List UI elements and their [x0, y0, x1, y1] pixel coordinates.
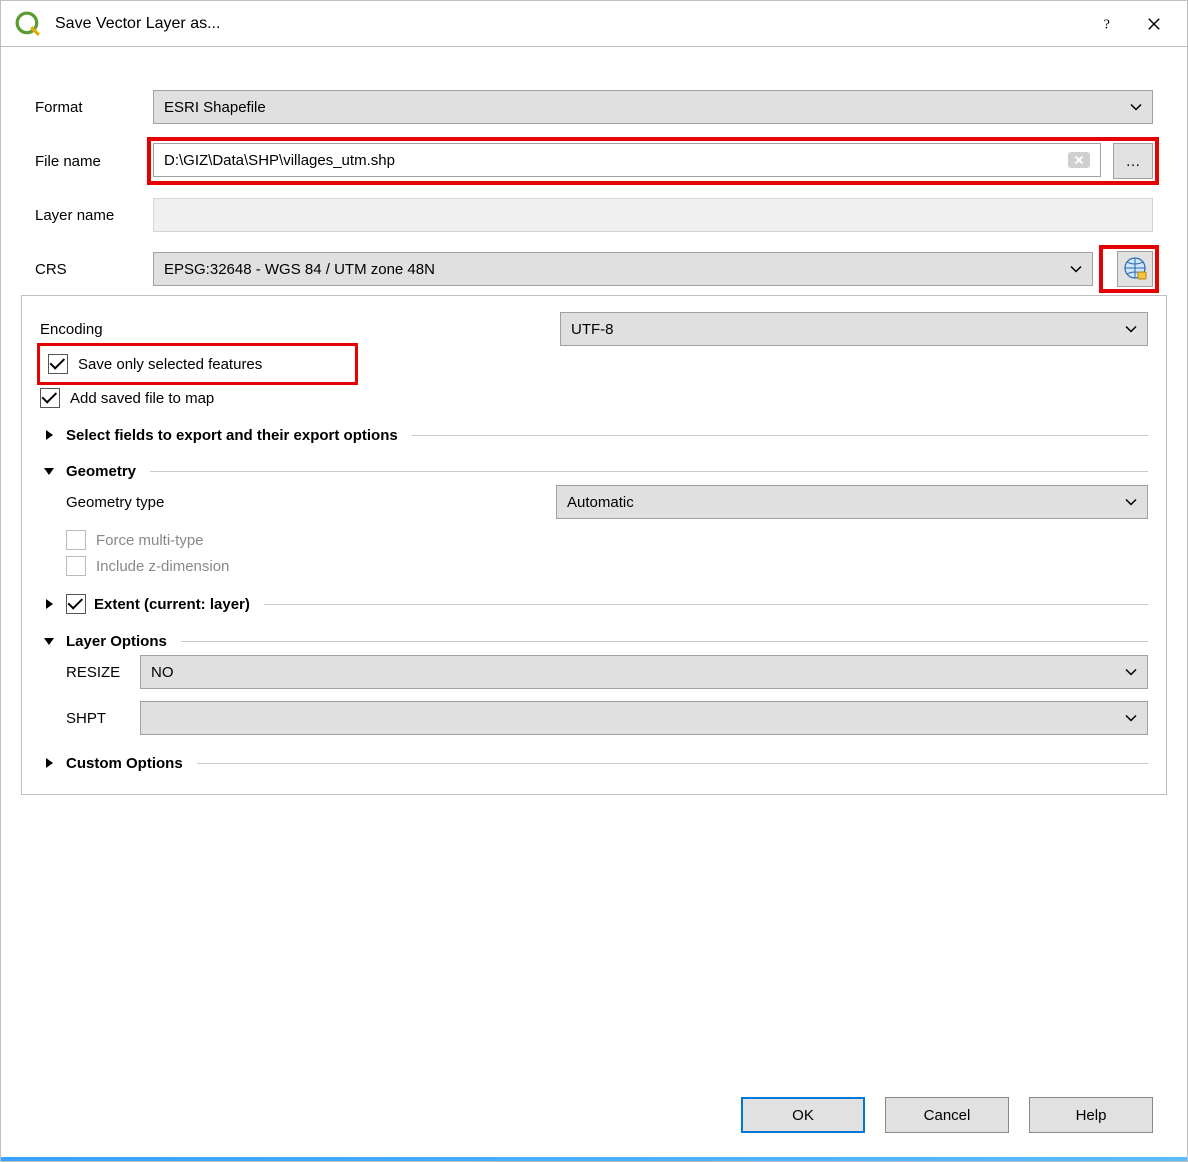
filename-row: File name D:\GIZ\Data\SHP\villages_utm.s… [35, 143, 1153, 179]
layername-input [153, 198, 1153, 232]
custom-options-section[interactable]: Custom Options [40, 754, 1148, 772]
chevron-down-icon [1125, 710, 1137, 727]
select-fields-section[interactable]: Select fields to export and their export… [40, 426, 1148, 444]
section-rule [150, 471, 1148, 472]
resize-label: RESIZE [66, 664, 140, 681]
title-bar: Save Vector Layer as... ? [1, 1, 1187, 47]
custom-options-label: Custom Options [66, 755, 183, 772]
include-z-row: Include z-dimension [66, 556, 1148, 576]
extent-label: Extent (current: layer) [94, 596, 250, 613]
shpt-row: SHPT [66, 700, 1148, 736]
resize-select[interactable]: NO [140, 655, 1148, 689]
options-panel: Encoding UTF-8 Save only selected featur… [21, 295, 1167, 795]
filename-input[interactable]: D:\GIZ\Data\SHP\villages_utm.shp [153, 143, 1101, 177]
encoding-row: Encoding UTF-8 [40, 312, 1148, 346]
save-only-selected-row: Save only selected features [40, 346, 355, 382]
include-z-checkbox [66, 556, 86, 576]
geometry-section[interactable]: Geometry [40, 462, 1148, 480]
cancel-label: Cancel [924, 1107, 971, 1124]
add-saved-checkbox[interactable] [40, 388, 60, 408]
add-saved-row: Add saved file to map [40, 388, 1148, 408]
filename-value: D:\GIZ\Data\SHP\villages_utm.shp [164, 152, 395, 169]
save-only-selected-label: Save only selected features [78, 356, 262, 373]
help-label: Help [1076, 1107, 1107, 1124]
geometry-type-select[interactable]: Automatic [556, 485, 1148, 519]
help-button[interactable]: ? [1085, 1, 1131, 47]
geometry-label: Geometry [66, 463, 136, 480]
ok-button[interactable]: OK [741, 1097, 865, 1133]
section-rule [412, 435, 1148, 436]
clear-text-icon[interactable] [1068, 152, 1090, 168]
globe-icon [1122, 256, 1148, 282]
shpt-label: SHPT [66, 710, 140, 727]
layer-options-label: Layer Options [66, 633, 167, 650]
svg-text:?: ? [1104, 17, 1110, 31]
crs-select[interactable]: EPSG:32648 - WGS 84 / UTM zone 48N [153, 252, 1093, 286]
layername-label: Layer name [35, 207, 153, 224]
force-multi-label: Force multi-type [96, 532, 204, 549]
chevron-down-icon [1125, 664, 1137, 681]
chevron-down-icon [1070, 261, 1082, 278]
layername-row: Layer name [35, 197, 1153, 233]
help-button-footer[interactable]: Help [1029, 1097, 1153, 1133]
browse-label: … [1126, 153, 1141, 170]
triangle-right-icon [40, 426, 58, 444]
dialog-footer: OK Cancel Help [1, 1097, 1187, 1133]
triangle-down-icon [40, 632, 58, 650]
section-rule [264, 604, 1148, 605]
extent-checkbox[interactable] [66, 594, 86, 614]
format-row: Format ESRI Shapefile [35, 89, 1153, 125]
format-value: ESRI Shapefile [164, 99, 266, 116]
crs-picker-button[interactable] [1117, 251, 1153, 287]
crs-value: EPSG:32648 - WGS 84 / UTM zone 48N [164, 261, 435, 278]
select-fields-label: Select fields to export and their export… [66, 427, 398, 444]
geometry-type-row: Geometry type Automatic [66, 484, 1148, 520]
close-button[interactable] [1131, 1, 1177, 47]
geometry-type-label: Geometry type [66, 494, 226, 511]
encoding-label: Encoding [40, 321, 560, 338]
triangle-down-icon [40, 462, 58, 480]
shpt-select[interactable] [140, 701, 1148, 735]
save-only-selected-checkbox[interactable] [48, 354, 68, 374]
extent-section[interactable]: Extent (current: layer) [40, 594, 1148, 614]
qgis-logo-icon [15, 11, 41, 37]
geometry-type-value: Automatic [567, 494, 634, 511]
resize-value: NO [151, 664, 174, 681]
format-label: Format [35, 99, 153, 116]
chevron-down-icon [1130, 99, 1142, 116]
ok-label: OK [792, 1107, 814, 1124]
geometry-sub: Geometry type Automatic Force multi-type… [40, 484, 1148, 576]
layer-options-sub: RESIZE NO SHPT [40, 654, 1148, 736]
force-multi-checkbox [66, 530, 86, 550]
add-saved-label: Add saved file to map [70, 390, 214, 407]
section-rule [197, 763, 1148, 764]
window-title: Save Vector Layer as... [55, 15, 1085, 33]
encoding-select[interactable]: UTF-8 [560, 312, 1148, 346]
encoding-value: UTF-8 [571, 321, 614, 338]
resize-row: RESIZE NO [66, 654, 1148, 690]
form-area: Format ESRI Shapefile File name D:\GIZ\D… [1, 47, 1187, 287]
layer-options-section[interactable]: Layer Options [40, 632, 1148, 650]
filename-label: File name [35, 153, 153, 170]
cancel-button[interactable]: Cancel [885, 1097, 1009, 1133]
force-multi-row: Force multi-type [66, 530, 1148, 550]
include-z-label: Include z-dimension [96, 558, 229, 575]
chevron-down-icon [1125, 494, 1137, 511]
browse-button[interactable]: … [1113, 143, 1153, 179]
triangle-right-icon [40, 595, 58, 613]
triangle-right-icon [40, 754, 58, 772]
chevron-down-icon [1125, 321, 1137, 338]
crs-label: CRS [35, 261, 153, 278]
section-rule [181, 641, 1148, 642]
format-select[interactable]: ESRI Shapefile [153, 90, 1153, 124]
crs-row: CRS EPSG:32648 - WGS 84 / UTM zone 48N [35, 251, 1153, 287]
window-bottom-border [1, 1157, 1187, 1161]
